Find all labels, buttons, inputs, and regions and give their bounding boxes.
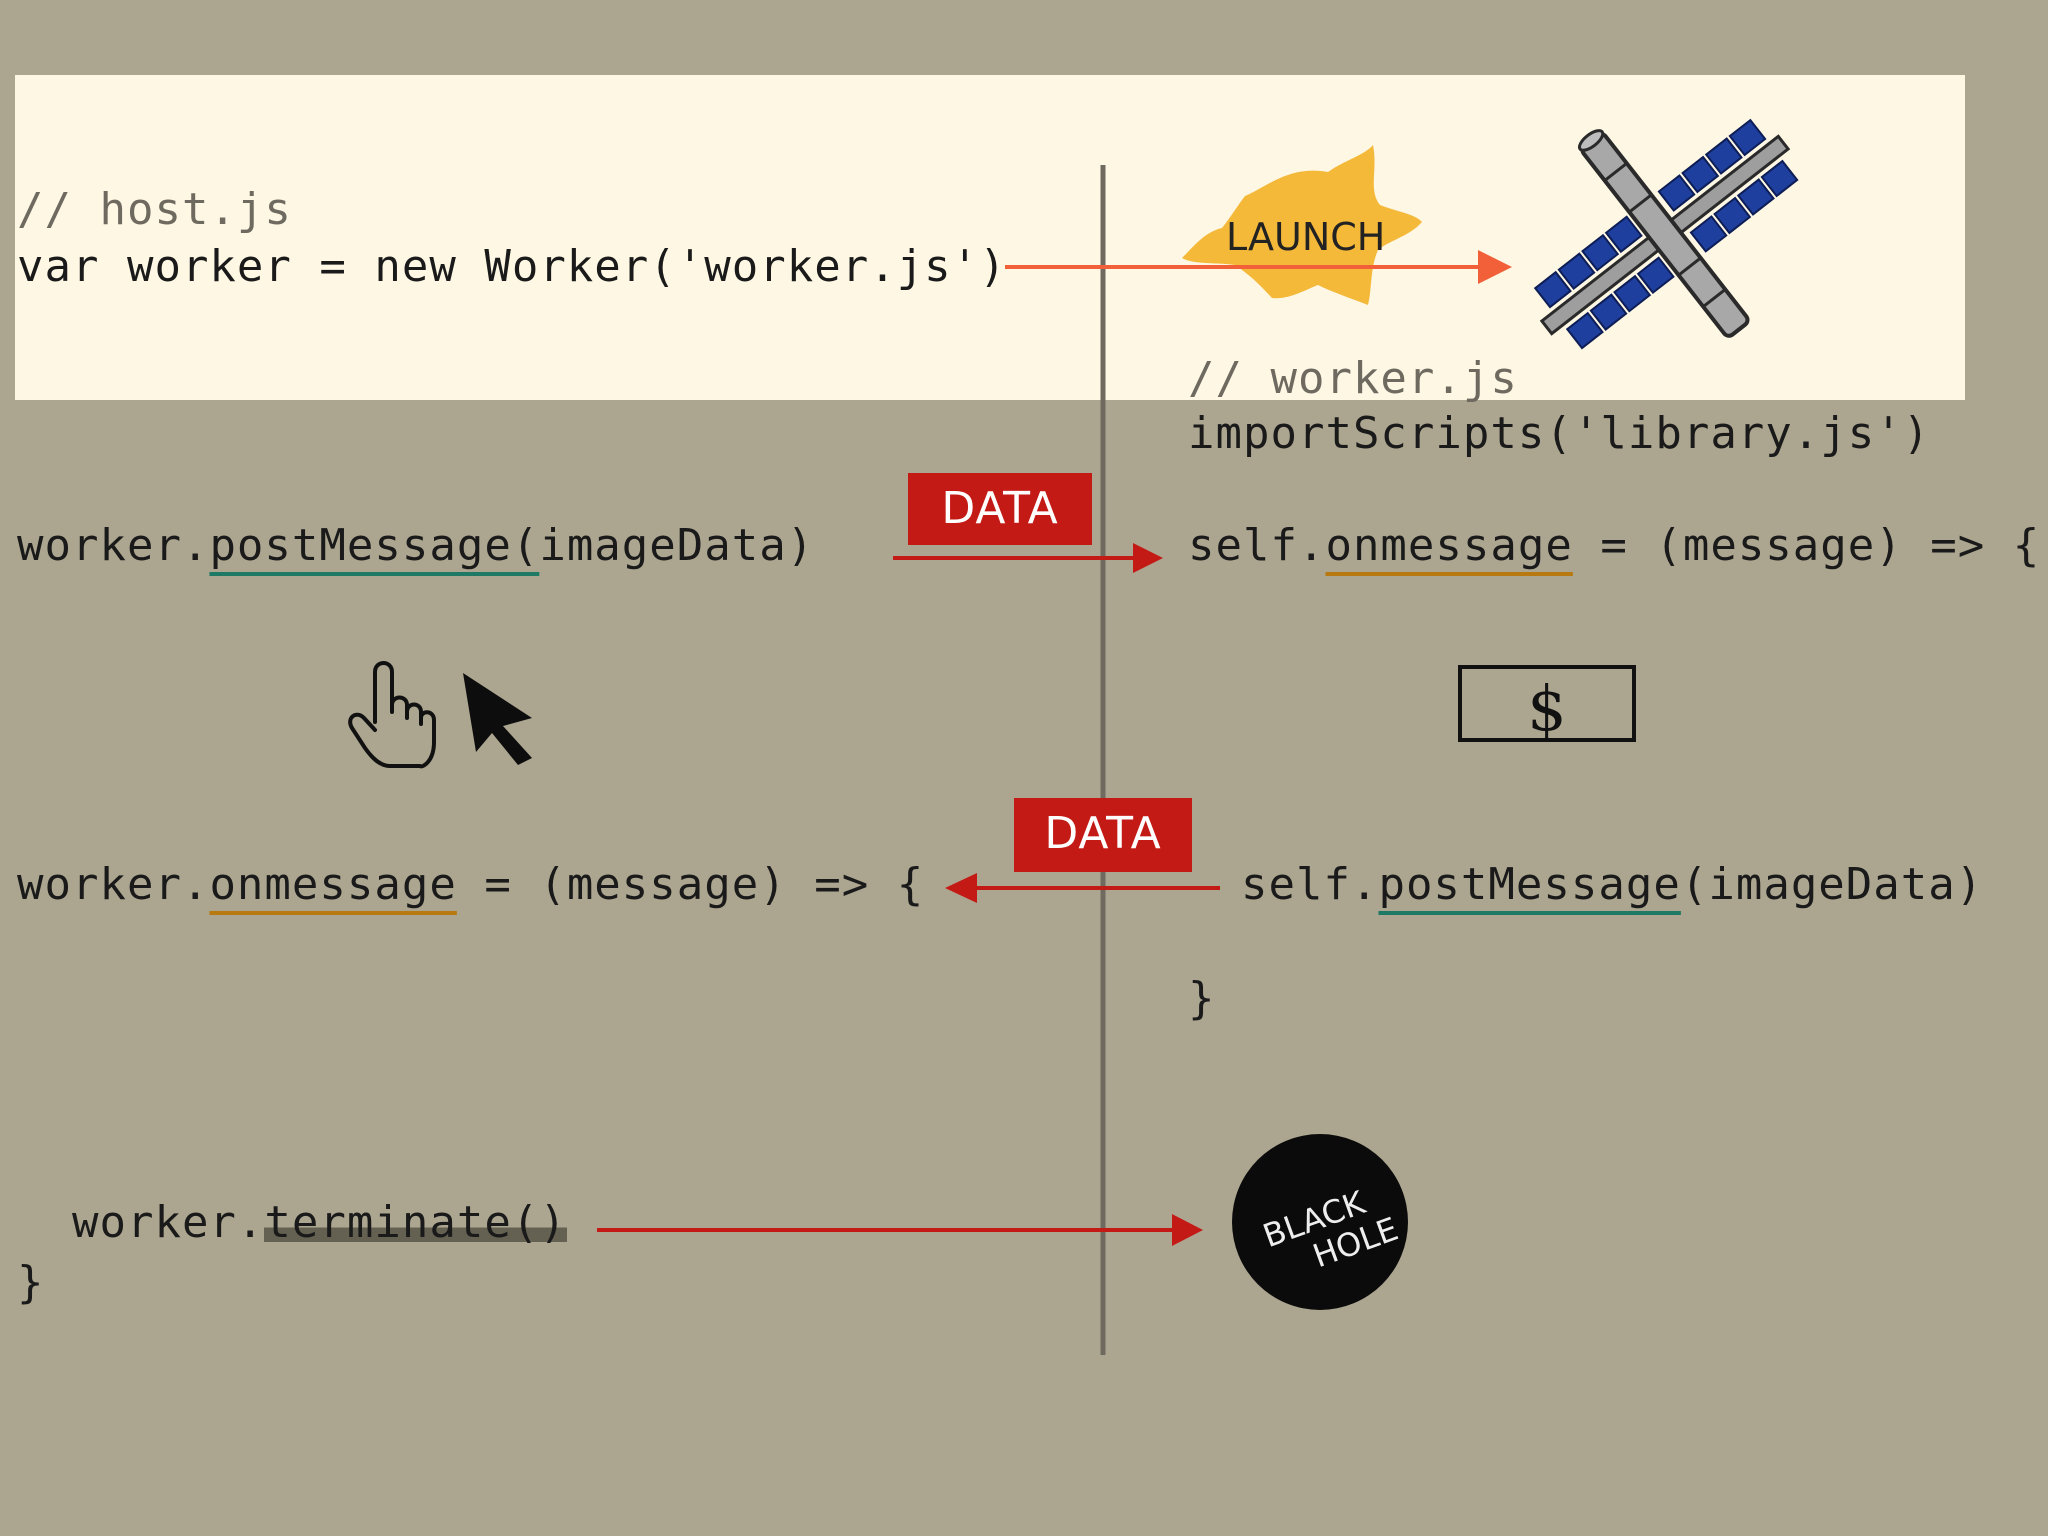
worker-onmessage-method: onmessage: [1325, 520, 1573, 571]
data-tag-top: DATA: [908, 473, 1092, 545]
worker-import-line: importScripts('library.js'): [1188, 408, 1931, 459]
worker-comment: // worker.js: [1188, 353, 1518, 404]
worker-onmessage-line: self.onmessage = (message) => {: [1188, 520, 2041, 571]
terminate-arrow: [597, 1214, 1203, 1246]
satellite-icon: [1533, 118, 1799, 350]
dollar-bill-icon: $: [1458, 665, 1636, 745]
host-comment: // host.js: [17, 184, 292, 235]
host-postmessage-method: postMessage(: [209, 520, 540, 571]
pointing-hand-icon: [348, 661, 436, 769]
svg-text:$: $: [1527, 672, 1566, 745]
host-new-worker-line: var worker = new Worker('worker.js'): [17, 241, 1007, 292]
host-postmessage-line: worker.postMessage(imageData): [17, 520, 815, 571]
data-arrow-to-worker: [893, 543, 1163, 573]
data-arrow-to-host: [945, 873, 1220, 903]
host-onmessage-method: onmessage: [209, 859, 457, 910]
worker-closing-brace: }: [1188, 973, 1216, 1024]
data-tag-bottom: DATA: [1014, 798, 1192, 872]
host-terminate-method: terminate(): [264, 1197, 567, 1248]
worker-postmessage-method: postMessage: [1378, 859, 1681, 910]
diagram-graphics: LAUNCH $ BLACK HOLE: [348, 118, 1799, 1355]
host-terminate-line: worker.terminate(): [17, 1197, 567, 1248]
cursor-arrow-icon: [463, 673, 532, 765]
worker-postmessage-line: self.postMessage(imageData): [1241, 859, 1984, 910]
launch-label: LAUNCH: [1226, 215, 1385, 259]
host-closing-brace: }: [17, 1257, 45, 1308]
black-hole-icon: BLACK HOLE: [1232, 1134, 1408, 1310]
host-onmessage-line: worker.onmessage = (message) => {: [17, 859, 925, 910]
